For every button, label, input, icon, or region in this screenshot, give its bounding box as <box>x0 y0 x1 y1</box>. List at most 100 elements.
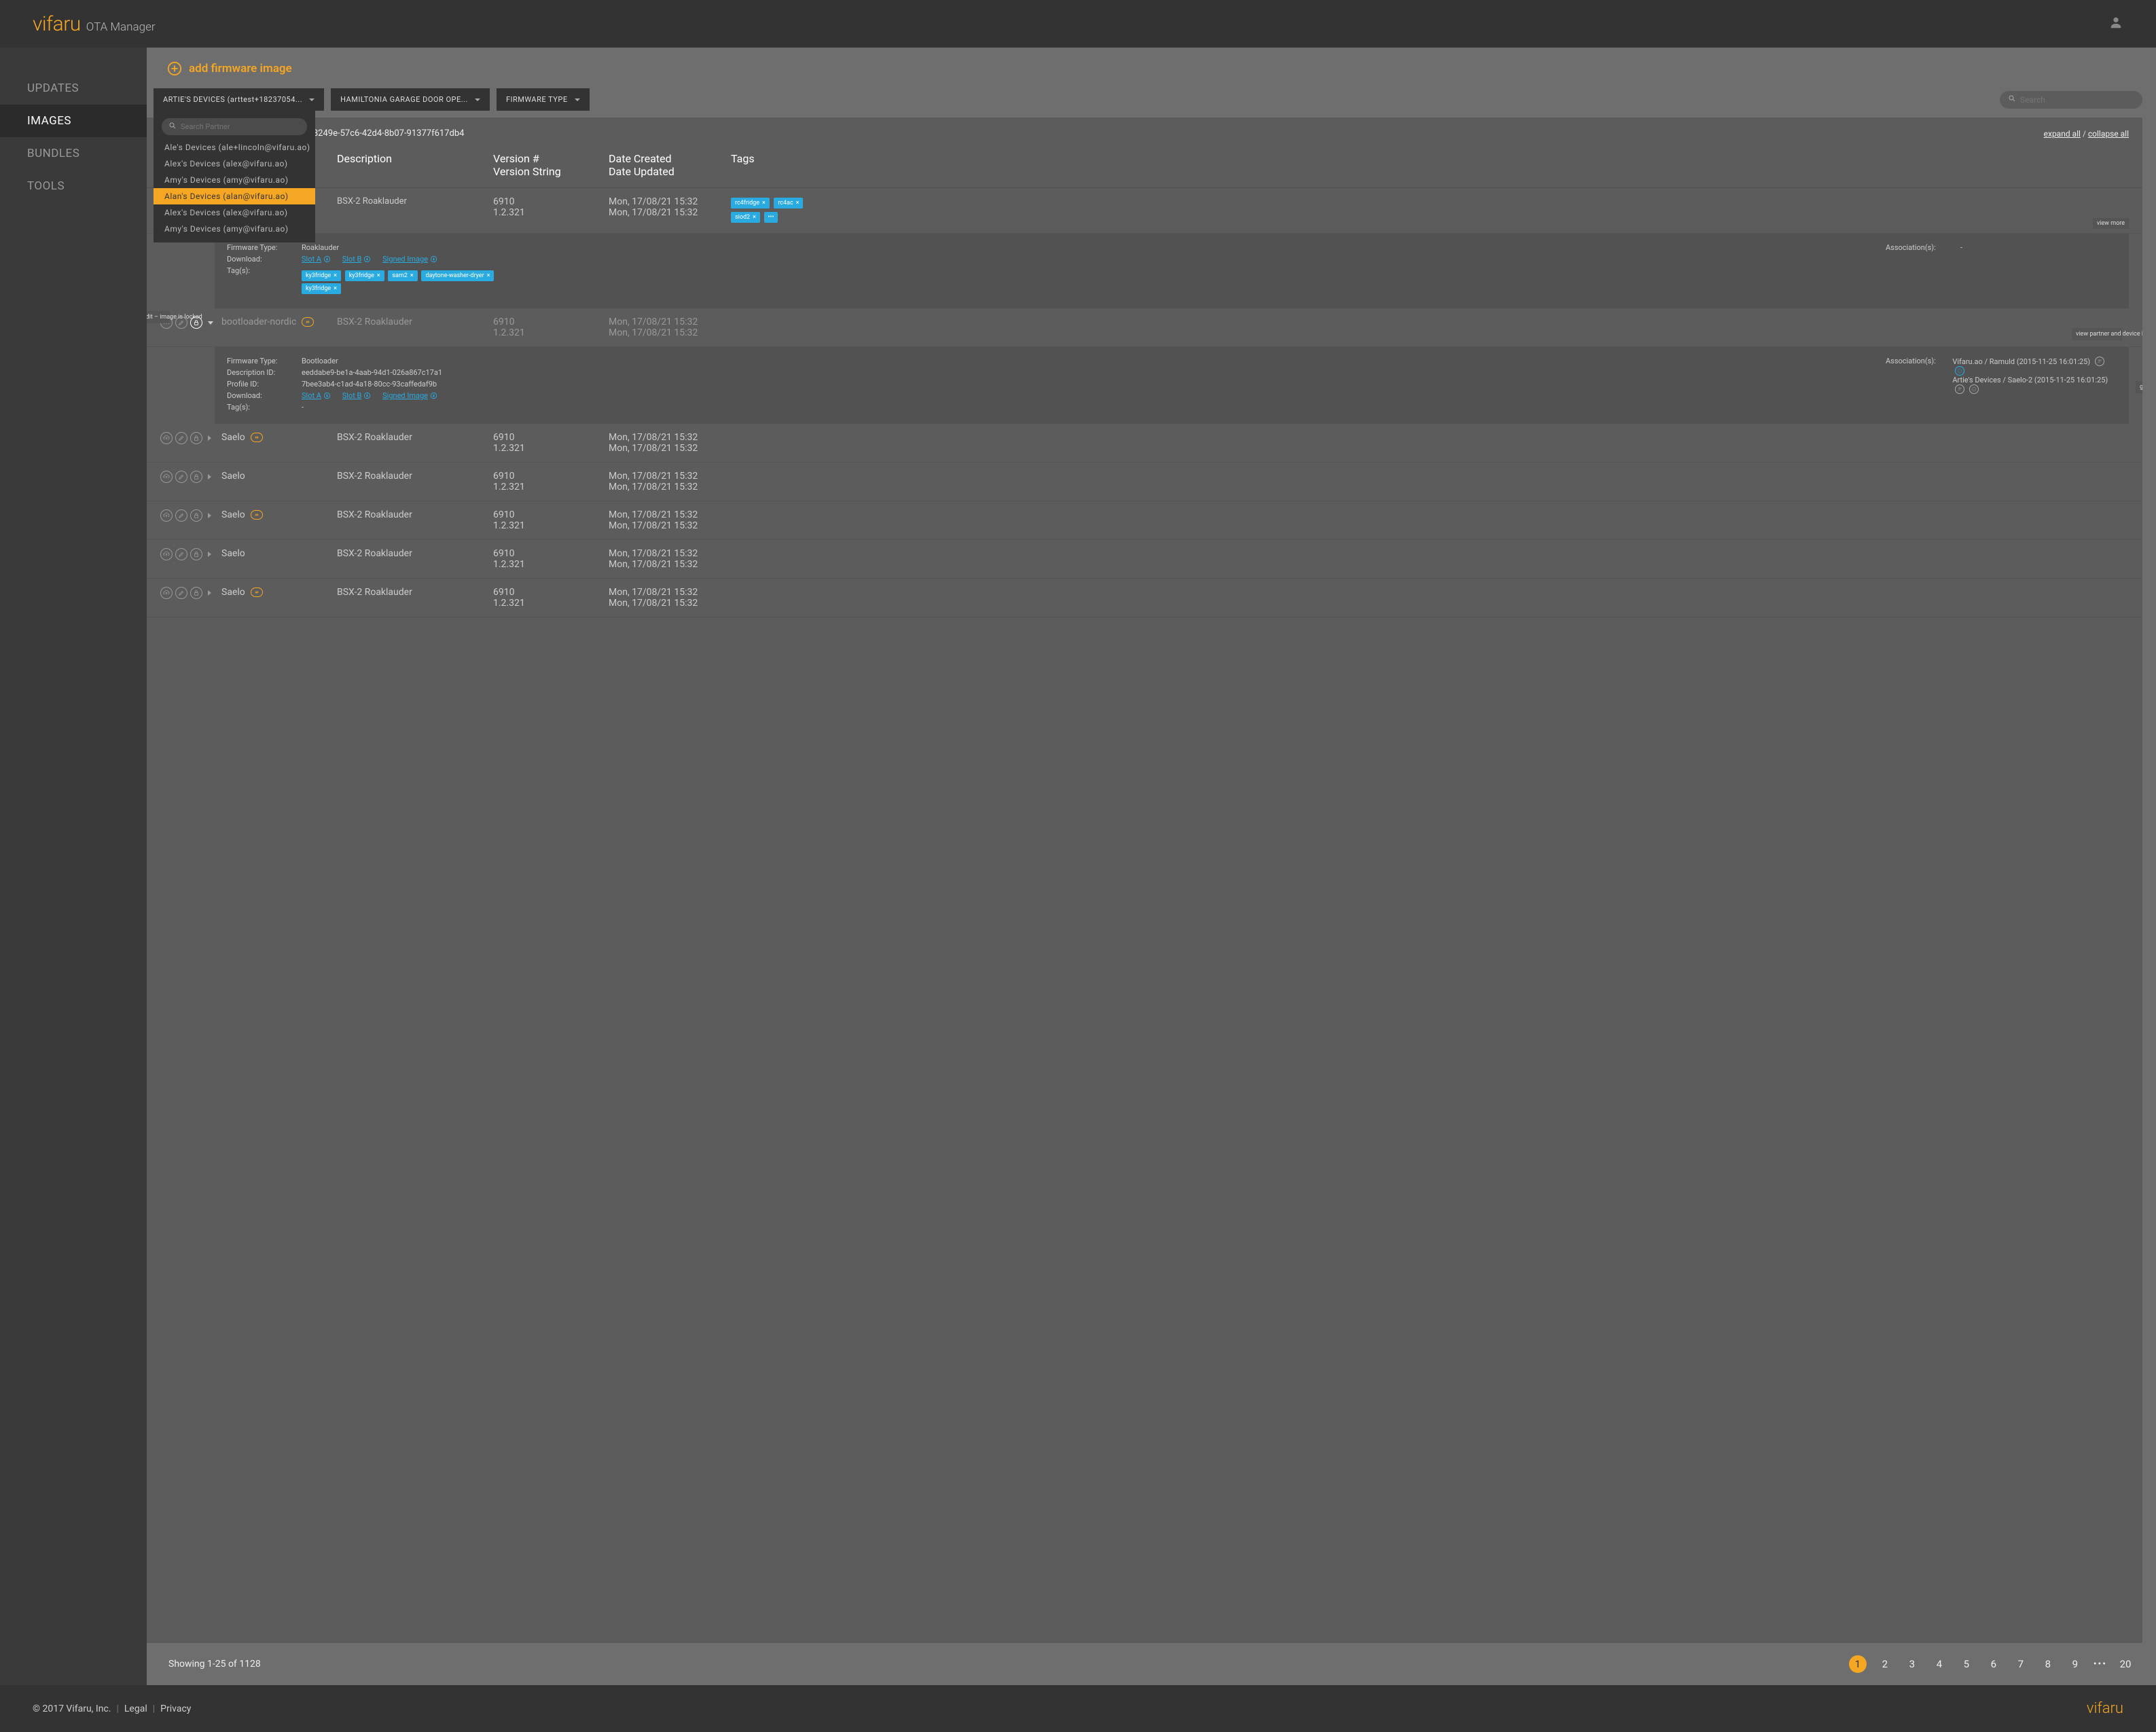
download-signed[interactable]: Signed Image <box>382 391 437 400</box>
footer-legal-link[interactable]: Legal <box>124 1703 147 1714</box>
tag[interactable]: ky3fridge× <box>302 283 341 294</box>
row-date-created: Mon, 17/08/21 15:32 <box>609 509 731 520</box>
expand-row-icon[interactable] <box>208 435 211 441</box>
add-firmware-button[interactable]: add firmware image <box>147 48 2156 88</box>
filter-partner-dropdown[interactable]: ARTIE'S DEVICES (arttest+18237054... Ale… <box>154 88 324 111</box>
remove-tag-icon[interactable]: × <box>377 272 380 279</box>
lock-icon[interactable] <box>190 548 202 560</box>
upload-icon[interactable] <box>160 432 173 444</box>
page-number-last[interactable]: 20 <box>2117 1655 2134 1673</box>
partner-option-selected[interactable]: Alan's Devices (alan@vifaru.ao) <box>154 188 315 204</box>
remove-tag-icon[interactable]: × <box>796 200 799 206</box>
remove-tag-icon[interactable]: × <box>487 272 490 279</box>
remove-tag-icon[interactable]: × <box>334 272 337 279</box>
nav-bundles[interactable]: BUNDLES <box>0 137 147 170</box>
page-number[interactable]: 8 <box>2039 1655 2057 1673</box>
partner-option[interactable]: Alex's Devices (alex@vifaru.ao) <box>154 204 315 221</box>
expand-collapse-links: expand all / collapse all <box>2044 129 2129 139</box>
expand-row-icon[interactable] <box>208 513 211 518</box>
table-row: cannot edit – image is locked bootloader… <box>147 308 2142 347</box>
download-slot-b[interactable]: Slot B <box>342 391 372 400</box>
lock-icon[interactable] <box>190 432 202 444</box>
upload-icon[interactable] <box>160 587 173 599</box>
filter-device-dropdown[interactable]: HAMILTONIA GARAGE DOOR OPE... <box>331 88 490 111</box>
tag[interactable]: ky3fridge× <box>302 270 341 281</box>
collapse-all-link[interactable]: collapse all <box>2088 129 2129 139</box>
partner-option[interactable]: Ale's Devices (ale+lincoln@vifaru.ao) <box>154 139 315 156</box>
download-slot-a[interactable]: Slot A <box>302 255 331 264</box>
tag[interactable]: sam2× <box>388 270 417 281</box>
tag[interactable]: rc4fridge× <box>731 198 770 209</box>
page-number[interactable]: 3 <box>1903 1655 1921 1673</box>
filter-type-dropdown[interactable]: FIRMWARE TYPE <box>497 88 590 111</box>
lock-icon[interactable] <box>190 471 202 483</box>
user-avatar-icon[interactable] <box>2108 15 2123 33</box>
tag[interactable]: ky3fridge× <box>345 270 384 281</box>
partner-info-icon[interactable] <box>2095 357 2104 366</box>
page-number[interactable]: 4 <box>1930 1655 1948 1673</box>
remove-tag-icon[interactable]: × <box>410 272 414 279</box>
collapse-row-icon[interactable] <box>208 321 213 325</box>
upload-icon[interactable] <box>160 509 173 522</box>
fw-type-value: Bootloader <box>302 357 338 365</box>
link-badge-icon[interactable] <box>251 510 263 520</box>
page-number[interactable]: 9 <box>2066 1655 2084 1673</box>
download-label: Download: <box>227 255 302 264</box>
info-icon[interactable] <box>1955 366 1964 376</box>
remove-tag-icon[interactable]: × <box>334 285 337 292</box>
edit-icon[interactable] <box>175 587 187 599</box>
download-icon <box>323 255 331 263</box>
lock-icon[interactable] <box>190 587 202 599</box>
partner-option[interactable]: Amy's Devices (amy@vifaru.ao) <box>154 172 315 188</box>
tag[interactable]: daytone-washer-dryer× <box>421 270 494 281</box>
download-slot-b[interactable]: Slot B <box>342 255 372 264</box>
row-version: 6910 <box>493 548 609 559</box>
table-row: Saelo BSX-2 Roaklauder 6910 1.2.321 Mon,… <box>147 501 2142 540</box>
upload-icon[interactable] <box>160 548 173 560</box>
edit-icon[interactable] <box>175 432 187 444</box>
partner-option[interactable]: Alex's Devices (alex@vifaru.ao) <box>154 156 315 172</box>
expand-row-icon[interactable] <box>208 590 211 596</box>
nav-tools[interactable]: TOOLS <box>0 170 147 202</box>
caret-down-icon <box>575 98 580 101</box>
link-badge-icon[interactable] <box>302 317 314 327</box>
nav-images[interactable]: IMAGES <box>0 105 147 137</box>
download-signed[interactable]: Signed Image <box>382 255 437 264</box>
partner-search-box[interactable] <box>162 118 307 135</box>
expand-all-link[interactable]: expand all <box>2044 129 2081 139</box>
footer-privacy-link[interactable]: Privacy <box>160 1703 191 1714</box>
edit-icon[interactable] <box>175 471 187 483</box>
edit-icon[interactable] <box>175 509 187 522</box>
page-number[interactable]: 2 <box>1876 1655 1894 1673</box>
global-search-input[interactable] <box>2020 95 2134 105</box>
lock-icon[interactable] <box>190 509 202 522</box>
tags-label: Tag(s): <box>227 403 302 412</box>
page-number[interactable]: 6 <box>1985 1655 2002 1673</box>
row-name: Saelo <box>221 432 245 443</box>
expand-row-icon[interactable] <box>208 552 211 557</box>
row-date-created: Mon, 17/08/21 15:32 <box>609 196 731 207</box>
partner-search-input[interactable] <box>181 122 300 131</box>
pagination-ellipsis: ••• <box>2094 1659 2107 1670</box>
tag[interactable]: siod2× <box>731 212 760 223</box>
upload-icon[interactable] <box>160 471 173 483</box>
tag[interactable]: rc4ac× <box>774 198 803 209</box>
row-description: BSX-2 Roaklauder <box>337 587 493 598</box>
page-number[interactable]: 7 <box>2012 1655 2030 1673</box>
remove-tag-icon[interactable]: × <box>753 214 756 221</box>
partner-info-icon[interactable] <box>1955 384 1964 394</box>
nav-updates[interactable]: UPDATES <box>0 72 147 105</box>
link-badge-icon[interactable] <box>251 433 263 442</box>
info-icon[interactable] <box>1969 384 1979 394</box>
global-search-box[interactable] <box>2000 91 2142 109</box>
expand-row-icon[interactable] <box>208 474 211 480</box>
row-name: bootloader-nordic <box>221 317 296 327</box>
more-tags-button[interactable]: ••• <box>764 212 777 223</box>
remove-tag-icon[interactable]: × <box>762 200 766 206</box>
partner-option[interactable]: Amy's Devices (amy@vifaru.ao) <box>154 221 315 237</box>
page-number[interactable]: 5 <box>1958 1655 1975 1673</box>
edit-icon[interactable] <box>175 548 187 560</box>
download-slot-a[interactable]: Slot A <box>302 391 331 400</box>
link-badge-icon[interactable] <box>251 588 263 597</box>
page-number[interactable]: 1 <box>1849 1655 1867 1673</box>
